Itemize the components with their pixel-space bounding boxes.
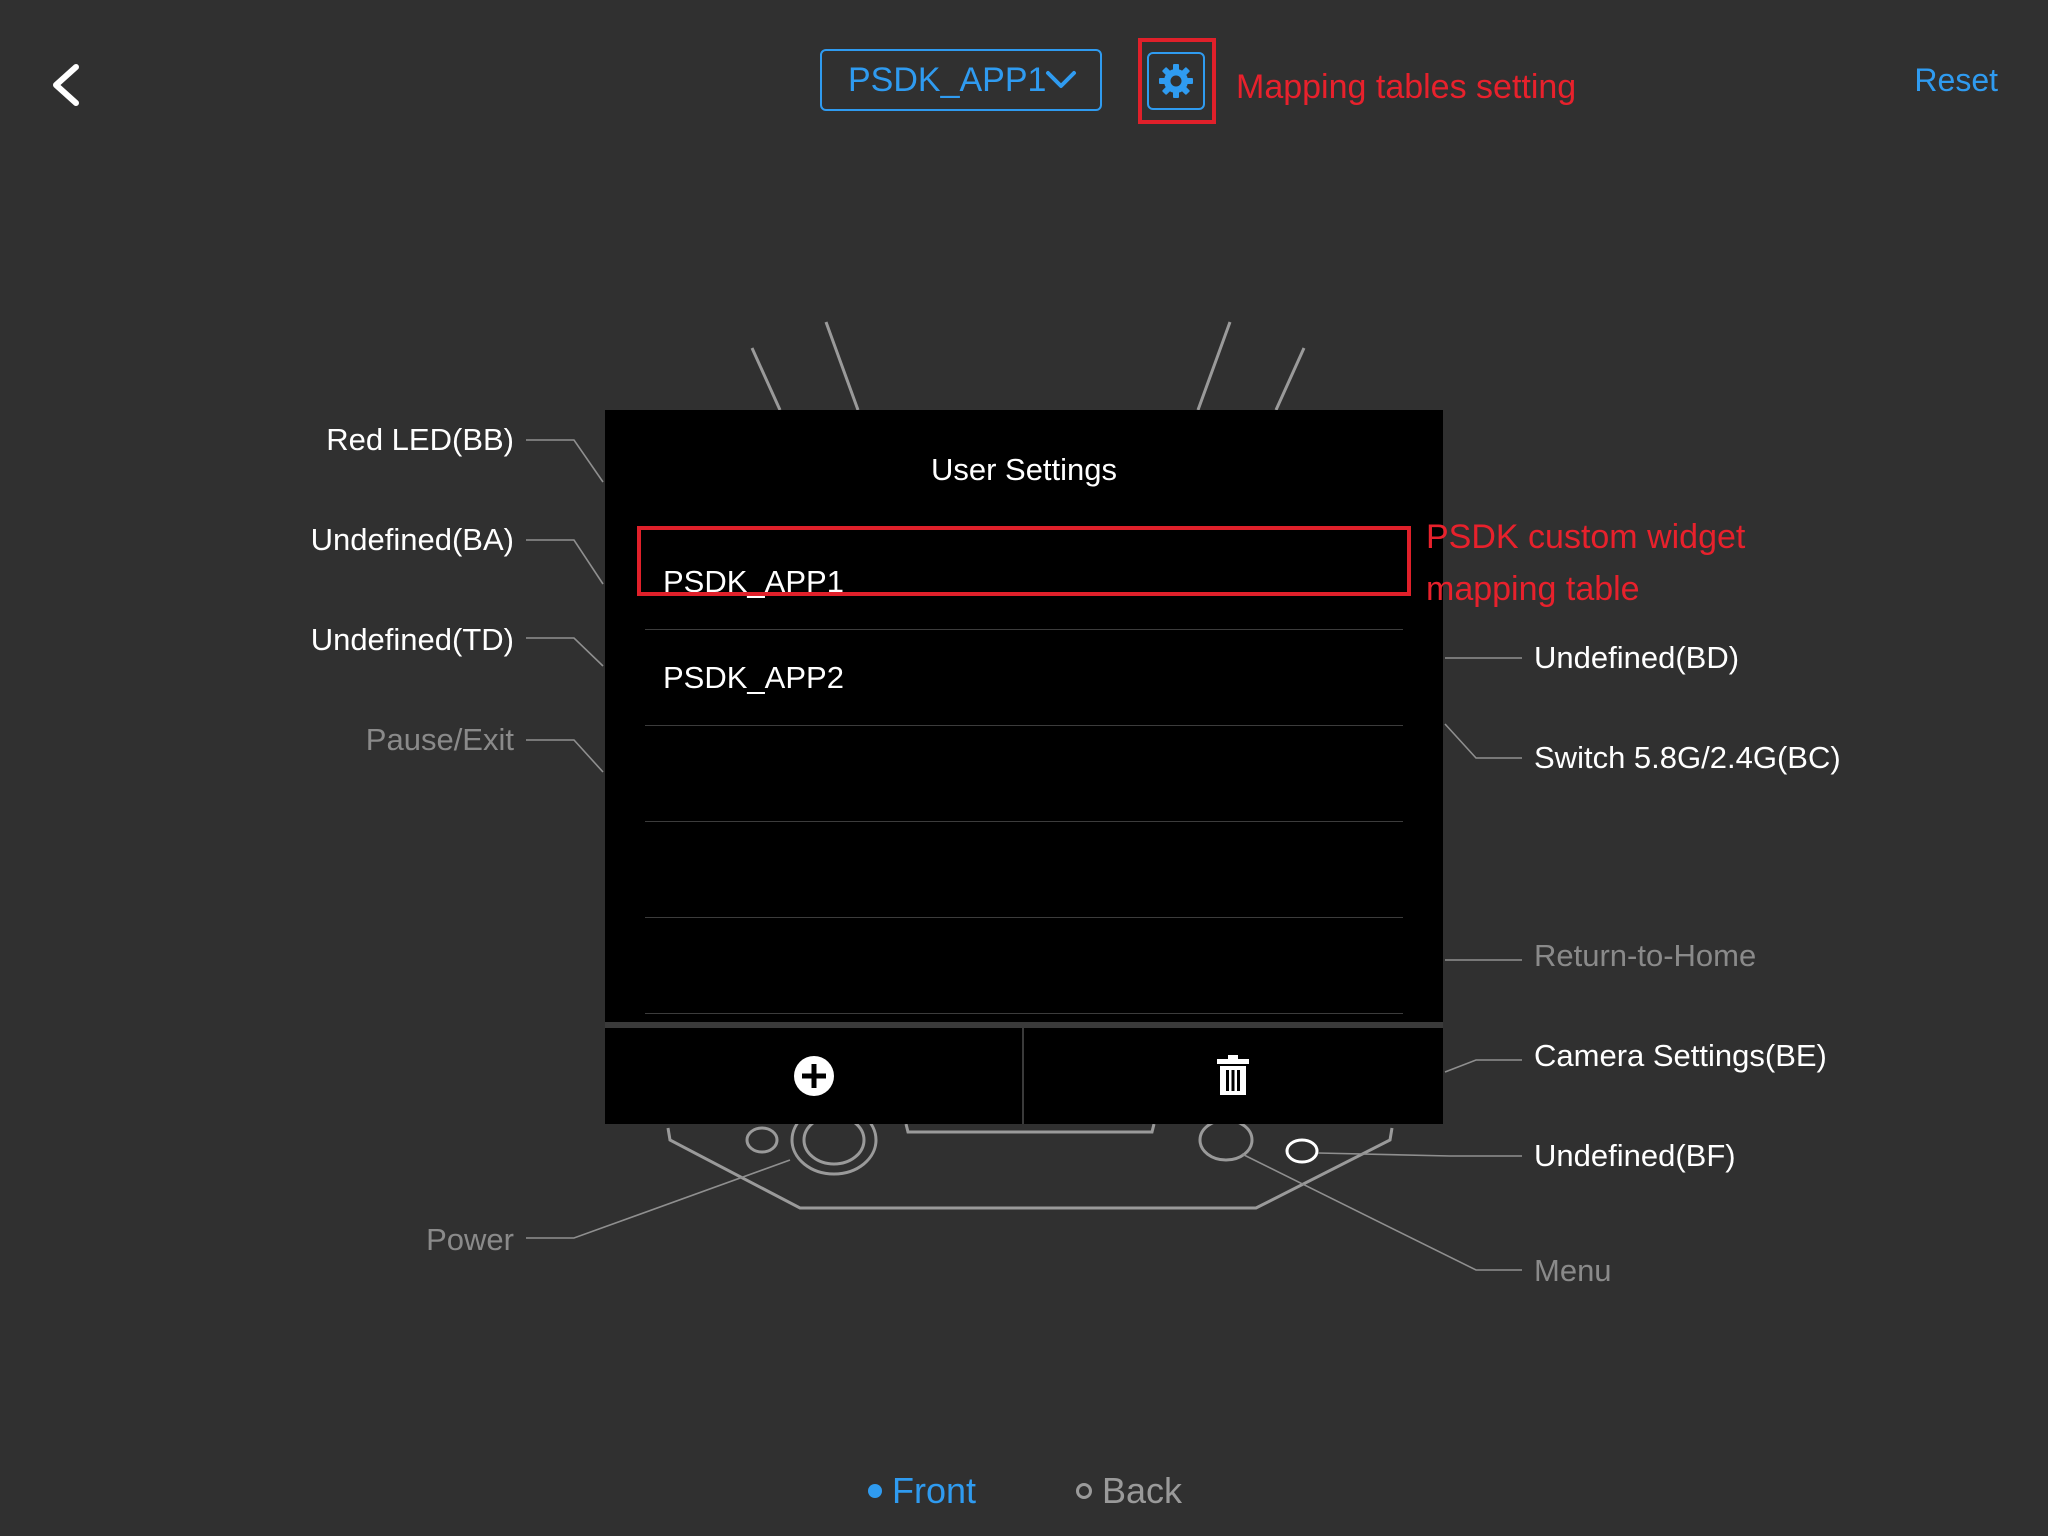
back-button[interactable] bbox=[40, 55, 90, 115]
chevron-left-icon bbox=[53, 64, 79, 106]
label-red-led: Red LED(BB) bbox=[326, 422, 514, 457]
label-undefined-ba: Undefined(BA) bbox=[310, 522, 514, 557]
reset-button[interactable]: Reset bbox=[1914, 62, 1998, 99]
delete-button[interactable] bbox=[1024, 1028, 1441, 1124]
gear-annotation-text: Mapping tables setting bbox=[1236, 68, 1577, 106]
list-item-empty[interactable] bbox=[645, 726, 1403, 822]
gear-icon bbox=[1159, 64, 1193, 98]
app-selector-dropdown[interactable]: PSDK_APP1 bbox=[820, 49, 1102, 111]
trash-icon bbox=[1216, 1055, 1249, 1095]
label-return-to-home: Return-to-Home bbox=[1534, 938, 1757, 973]
plus-circle-icon bbox=[793, 1056, 834, 1096]
label-undefined-bd: Undefined(BD) bbox=[1534, 640, 1740, 675]
label-menu: Menu bbox=[1534, 1253, 1612, 1288]
list-item-empty[interactable] bbox=[645, 822, 1403, 918]
view-back-label: Back bbox=[1102, 1470, 1183, 1511]
dialog-annotation-line1: PSDK custom widget bbox=[1426, 518, 1746, 556]
view-back-option[interactable]: Back bbox=[1076, 1470, 1182, 1512]
radio-selected-icon bbox=[868, 1484, 882, 1498]
user-settings-dialog: User Settings PSDK_APP1 PSDK_APP2 bbox=[605, 410, 1443, 1124]
mapping-settings-button[interactable] bbox=[1147, 52, 1205, 110]
label-power: Power bbox=[426, 1222, 514, 1257]
add-button[interactable] bbox=[605, 1028, 1022, 1124]
label-undefined-bf: Undefined(BF) bbox=[1534, 1138, 1736, 1173]
chevron-down-icon bbox=[1046, 71, 1076, 88]
view-front-option[interactable]: Front bbox=[868, 1470, 976, 1512]
label-switch-band: Switch 5.8G/2.4G(BC) bbox=[1534, 740, 1841, 775]
label-undefined-td: Undefined(TD) bbox=[310, 622, 514, 657]
dialog-title: User Settings bbox=[930, 452, 1118, 487]
list-item-psdk-app2[interactable]: PSDK_APP2 bbox=[645, 630, 1403, 726]
dialog-annotation-line2: mapping table bbox=[1426, 570, 1640, 608]
list-item-empty[interactable] bbox=[645, 918, 1403, 1014]
label-pause-exit: Pause/Exit bbox=[365, 722, 514, 757]
radio-unselected-icon bbox=[1076, 1483, 1092, 1499]
selected-item-highlight bbox=[637, 526, 1411, 596]
view-front-label: Front bbox=[892, 1470, 977, 1511]
label-camera-settings: Camera Settings(BE) bbox=[1534, 1038, 1827, 1073]
app-selector-value: PSDK_APP1 bbox=[848, 60, 1047, 99]
